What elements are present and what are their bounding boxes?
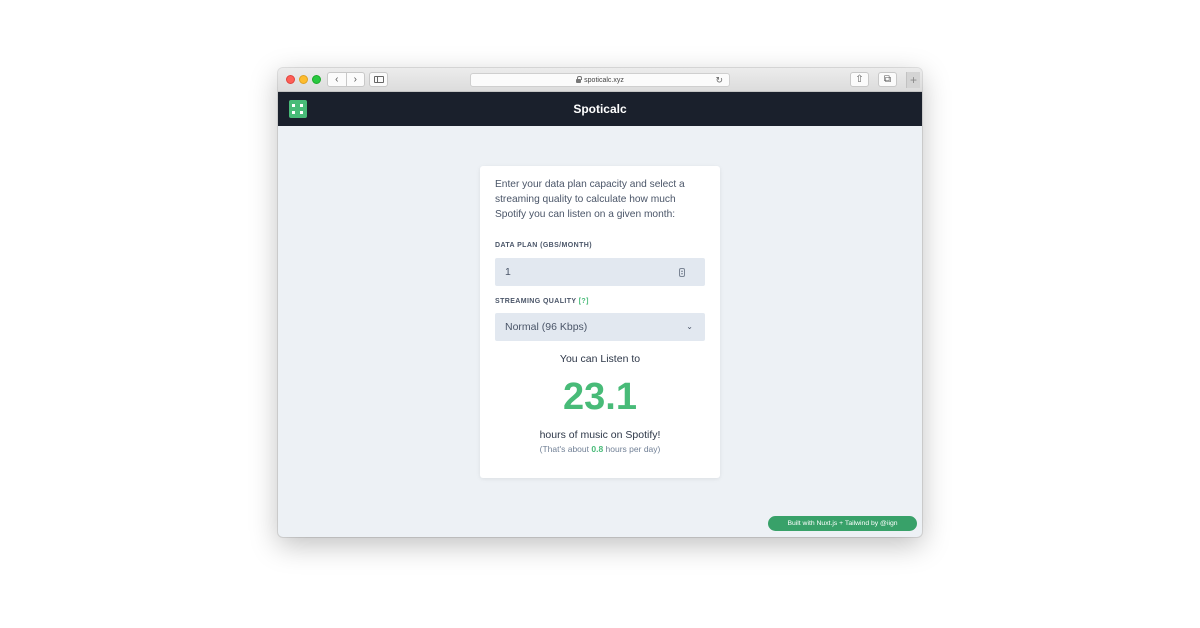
reload-icon[interactable]: ↻ [715, 75, 723, 86]
tabs-icon: ⧉ [883, 73, 892, 85]
result-tail-text: hours of music on Spotify! [539, 429, 661, 441]
sidebar-toggle-button[interactable] [369, 72, 388, 87]
data-plan-input[interactable]: 1 [495, 258, 705, 286]
address-url: spoticalc.xyz [584, 76, 624, 84]
sidebar-icon [373, 76, 384, 83]
address-bar[interactable]: spoticalc.xyz ↻ [470, 73, 730, 87]
data-plan-label: DATA PLAN (GBS/MONTH) [495, 242, 592, 249]
per-day-value: 0.8 [591, 444, 604, 454]
streaming-quality-label-text: STREAMING QUALITY [495, 298, 577, 305]
tab-overview-button[interactable]: ⧉ [878, 72, 897, 87]
quality-help-link[interactable]: [?] [579, 298, 589, 305]
back-icon[interactable]: ‹ [328, 74, 346, 85]
per-day-text: (That's about 0.8 hours per day) [480, 444, 720, 454]
per-day-suffix: hours per day) [603, 444, 661, 454]
intro-text: Enter your data plan capacity and select… [495, 179, 685, 220]
browser-window: ‹ › spoticalc.xyz ↻ ⇧ ⧉ + Spoticalc Ente… [278, 68, 922, 537]
result-lead-text: You can Listen to [559, 353, 641, 365]
forward-icon[interactable]: › [347, 74, 365, 85]
stepper-icon[interactable] [679, 268, 685, 277]
credit-badge[interactable]: Built with Nuxt.js + Tailwind by @iign [768, 516, 917, 531]
history-navigation: ‹ › [327, 72, 365, 87]
zoom-window-button[interactable] [312, 75, 321, 84]
streaming-quality-select[interactable]: Normal (96 Kbps) ⌄ [495, 313, 705, 341]
minimize-window-button[interactable] [299, 75, 308, 84]
streaming-quality-selected: Normal (96 Kbps) [505, 321, 588, 333]
browser-titlebar: ‹ › spoticalc.xyz ↻ ⇧ ⧉ + [278, 68, 922, 92]
streaming-quality-label: STREAMING QUALITY [?] [495, 298, 589, 305]
data-plan-value: 1 [505, 266, 511, 278]
lock-icon [576, 76, 583, 83]
per-day-prefix: (That's about [539, 444, 592, 454]
app-header: Spoticalc [278, 92, 922, 126]
calculator-card: Enter your data plan capacity and select… [480, 166, 720, 478]
app-title: Spoticalc [573, 102, 627, 116]
share-button[interactable]: ⇧ [850, 72, 869, 87]
new-tab-button[interactable]: + [906, 72, 920, 88]
chevron-down-icon: ⌄ [686, 322, 693, 331]
close-window-button[interactable] [286, 75, 295, 84]
share-icon: ⇧ [855, 73, 864, 85]
result-hours: 23.1 [563, 376, 637, 418]
